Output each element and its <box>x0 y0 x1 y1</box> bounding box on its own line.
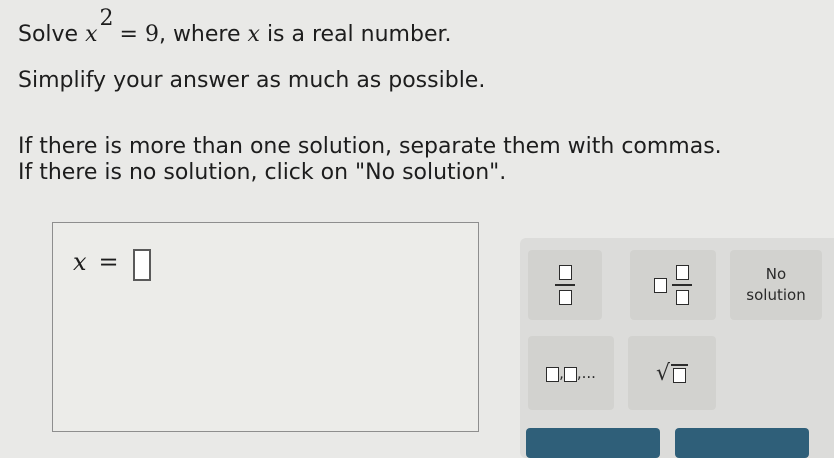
problem-line-4: If there is no solution, click on "No so… <box>18 160 507 185</box>
answer-input[interactable] <box>132 249 151 281</box>
answer-equals: = <box>98 248 119 276</box>
no-solution-label-1: No <box>765 265 787 283</box>
no-solution-button[interactable]: No solution <box>730 250 822 320</box>
answer-variable: x <box>73 248 87 276</box>
fraction-icon <box>555 265 575 305</box>
square-root-button[interactable]: √ <box>628 336 716 410</box>
problem-equals: = 9 <box>119 22 159 47</box>
problem-line-1: Solve x2= 9, where x is a real number. <box>18 6 452 47</box>
problem-exponent: 2 <box>99 6 114 31</box>
problem-suffix: , where <box>158 22 241 47</box>
math-keypad: No solution ,,... √ <box>520 238 834 458</box>
problem-variable: x <box>85 22 98 47</box>
fraction-button[interactable] <box>528 250 602 320</box>
action-button-left[interactable] <box>526 428 660 458</box>
square-root-icon: √ <box>656 361 689 386</box>
problem-suffix-2: is a real number. <box>266 22 452 47</box>
problem-variable-2: x <box>247 22 260 47</box>
list-icon: ,,... <box>546 364 596 382</box>
no-solution-label-2: solution <box>746 286 806 304</box>
problem-line-3: If there is more than one solution, sepa… <box>18 134 722 159</box>
mixed-number-icon <box>654 265 692 305</box>
problem-line-2: Simplify your answer as much as possible… <box>18 68 486 93</box>
mixed-number-button[interactable] <box>630 250 716 320</box>
answer-area: x = <box>52 222 479 432</box>
answer-line: x = <box>73 243 151 281</box>
action-button-right[interactable] <box>675 428 809 458</box>
problem-prefix: Solve <box>18 22 79 47</box>
list-button[interactable]: ,,... <box>528 336 614 410</box>
